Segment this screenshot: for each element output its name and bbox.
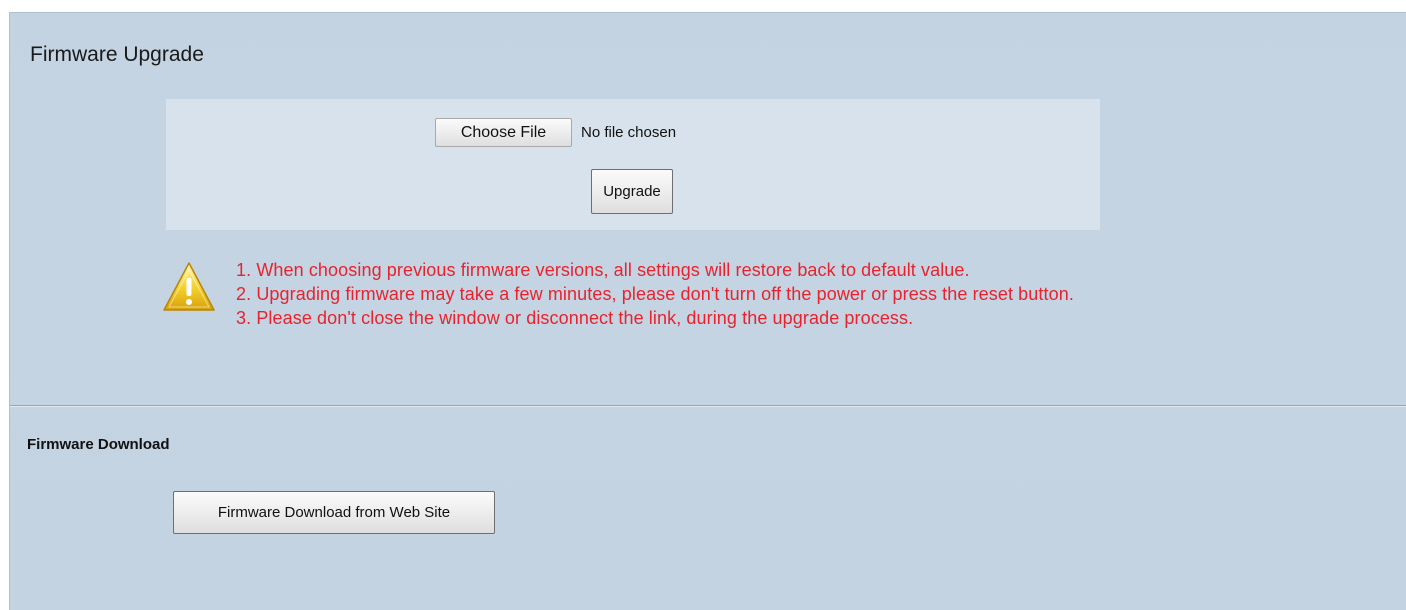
firmware-download-button[interactable]: Firmware Download from Web Site [173, 491, 495, 534]
warning-triangle-icon [163, 262, 215, 311]
warning-item: 3. Please don't close the window or disc… [236, 308, 914, 328]
file-picker: Choose File No file chosen [435, 118, 676, 147]
warning-item: 2. Upgrading firmware may take a few min… [236, 284, 1074, 304]
choose-file-button[interactable]: Choose File [435, 118, 572, 147]
section-divider [10, 405, 1406, 407]
file-status-text: No file chosen [581, 124, 677, 141]
upload-panel: Choose File No file chosen Upgrade [166, 99, 1100, 230]
firmware-download-title: Firmware Download [27, 436, 170, 453]
page-title: Firmware Upgrade [30, 43, 204, 66]
firmware-page: Firmware Upgrade Choose File No file cho… [9, 12, 1406, 610]
warning-list: 1. When choosing previous firmware versi… [236, 258, 1074, 330]
upgrade-button[interactable]: Upgrade [591, 169, 673, 214]
warning-notes: 1. When choosing previous firmware versi… [162, 258, 1074, 330]
warning-item: 1. When choosing previous firmware versi… [236, 260, 970, 280]
